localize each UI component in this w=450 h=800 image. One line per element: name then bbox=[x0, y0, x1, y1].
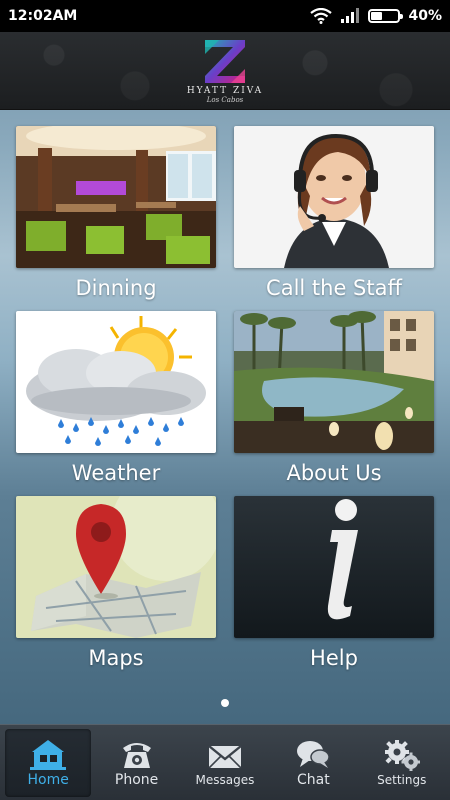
envelope-icon bbox=[208, 744, 242, 769]
home-icon bbox=[30, 739, 67, 770]
wifi-icon bbox=[310, 8, 333, 24]
tile-label: Maps bbox=[88, 646, 144, 670]
tile-label: Dinning bbox=[75, 276, 157, 300]
tile-label: About Us bbox=[286, 461, 382, 485]
brand-location: Los Cabos bbox=[206, 95, 244, 104]
tile-weather[interactable]: Weather bbox=[16, 311, 216, 497]
nav-messages[interactable]: Messages bbox=[182, 729, 268, 797]
nav-home[interactable]: Home bbox=[5, 728, 92, 797]
tile-about-us[interactable]: About Us bbox=[234, 311, 434, 497]
nav-chat[interactable]: Chat bbox=[270, 729, 356, 797]
page-indicator bbox=[0, 699, 450, 707]
menu-grid: Dinning Call the Staff Weather About Us … bbox=[0, 110, 450, 720]
nav-label: Home bbox=[27, 771, 69, 788]
nav-label: Phone bbox=[114, 771, 159, 788]
signal-icon bbox=[341, 8, 360, 23]
chat-bubbles-icon bbox=[297, 740, 331, 768]
bottom-nav: Home Phone Messages Chat Settings bbox=[0, 724, 450, 800]
sun-cloud-rain-icon bbox=[16, 311, 216, 453]
gears-icon bbox=[384, 739, 420, 771]
nav-label: Settings bbox=[377, 772, 427, 787]
headset-agent-photo bbox=[234, 126, 434, 268]
tile-help[interactable]: Help bbox=[234, 496, 434, 682]
tile-label: Help bbox=[310, 646, 358, 670]
tile-label: Call the Staff bbox=[266, 276, 402, 300]
tile-dining[interactable]: Dinning bbox=[16, 126, 216, 312]
page-dot-active bbox=[221, 699, 229, 707]
battery-icon bbox=[368, 9, 404, 23]
nav-label: Chat bbox=[297, 771, 330, 788]
app-header: HYATT ZIVA Los Cabos bbox=[0, 32, 450, 110]
tile-maps[interactable]: Maps bbox=[16, 496, 216, 682]
restaurant-photo bbox=[16, 126, 216, 268]
status-time: 12:02AM bbox=[8, 8, 78, 24]
hyatt-ziva-logo bbox=[205, 39, 245, 83]
brand-name: HYATT ZIVA bbox=[186, 85, 264, 96]
info-icon bbox=[234, 496, 434, 638]
nav-label: Messages bbox=[195, 772, 255, 787]
resort-pool-photo bbox=[234, 311, 434, 453]
phone-icon bbox=[122, 742, 151, 768]
nav-phone[interactable]: Phone bbox=[94, 729, 180, 797]
nav-settings[interactable]: Settings bbox=[359, 729, 445, 797]
battery-percent: 40% bbox=[408, 8, 442, 24]
tile-call-staff[interactable]: Call the Staff bbox=[234, 126, 434, 312]
status-bar: 12:02AM 40% bbox=[0, 0, 450, 32]
status-icons: 40% bbox=[310, 8, 442, 24]
tile-label: Weather bbox=[71, 461, 161, 485]
map-pin-icon bbox=[16, 496, 216, 638]
